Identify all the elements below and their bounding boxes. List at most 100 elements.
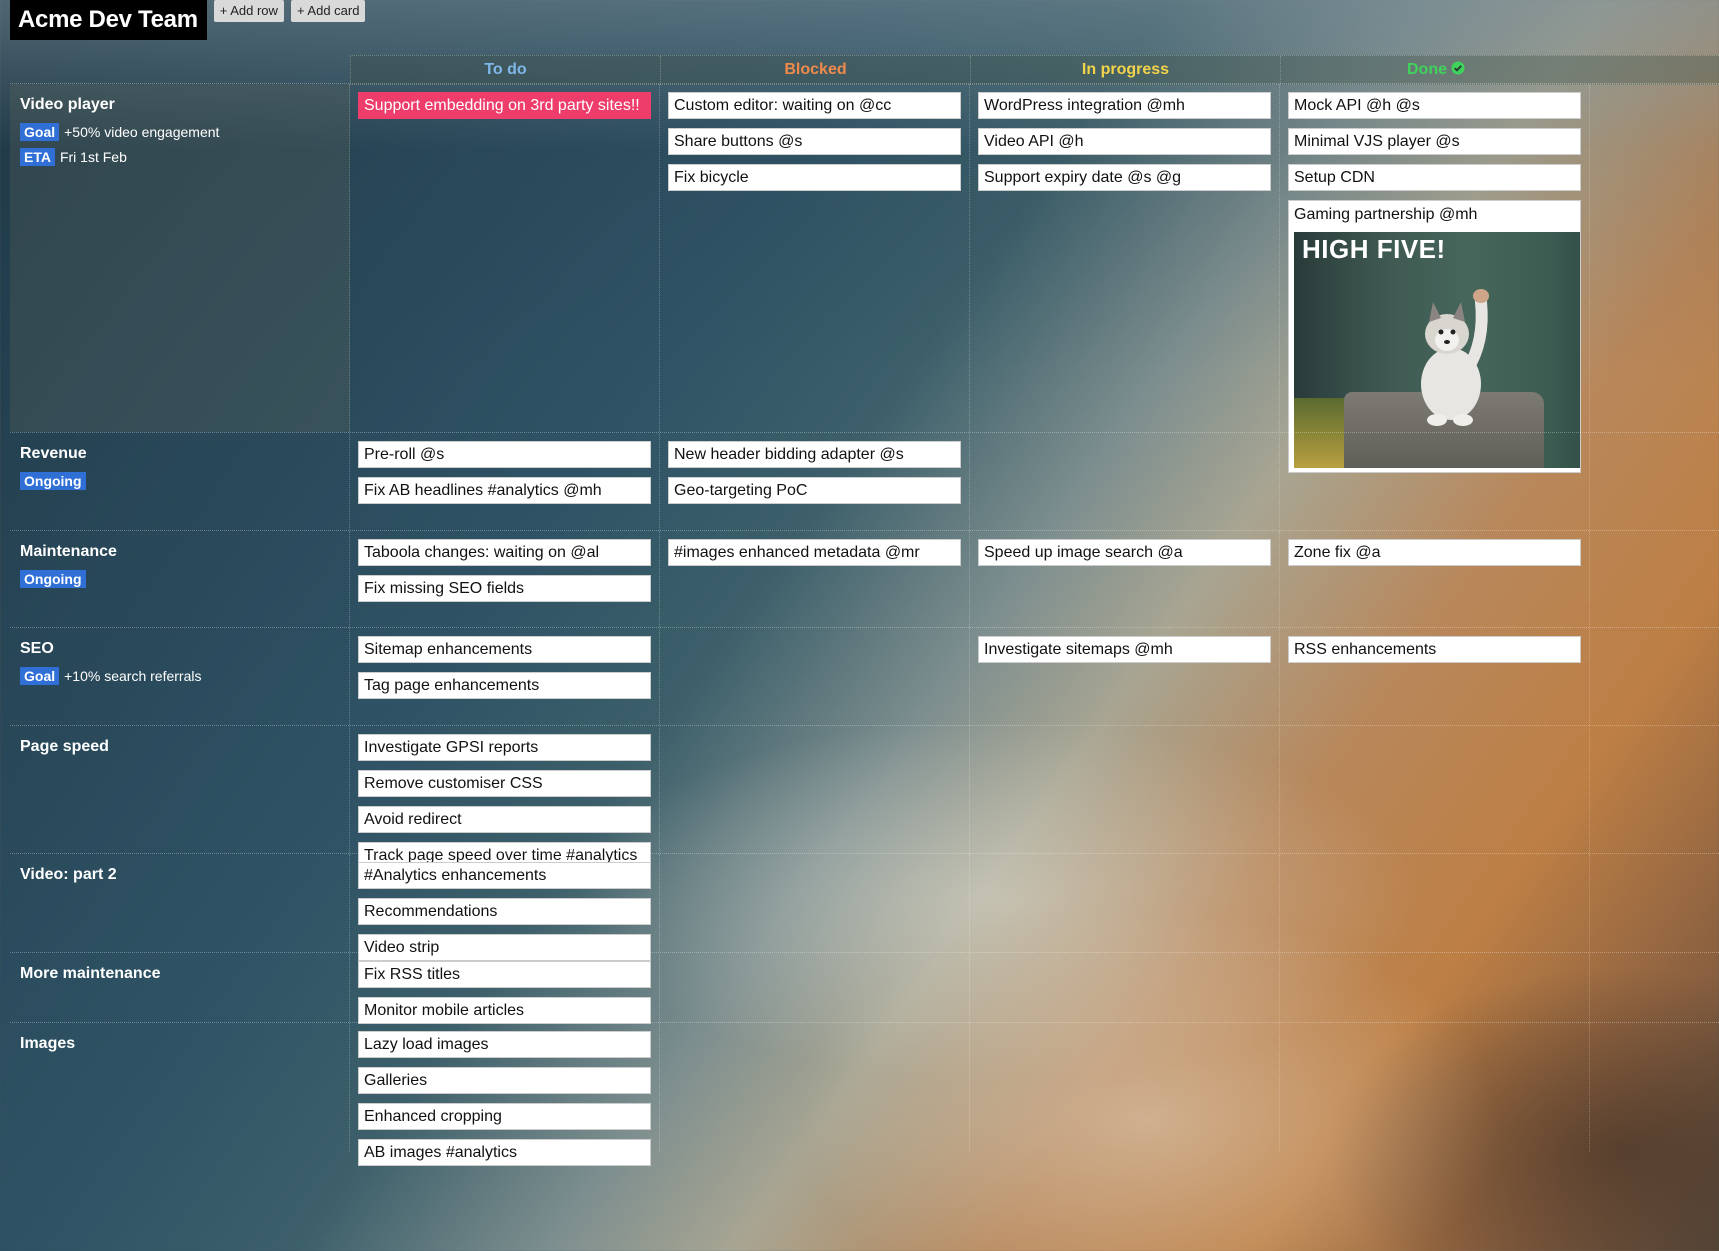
cell-to-do[interactable]: Investigate GPSI reports Remove customise… [350, 726, 660, 869]
card[interactable]: Fix AB headlines #analytics @mh [358, 477, 651, 504]
cell-in-progress[interactable] [970, 953, 1280, 1022]
card[interactable]: AB images #analytics [358, 1139, 651, 1166]
swimlane-header[interactable]: Revenue Ongoing [10, 433, 350, 530]
cell-in-progress[interactable] [970, 726, 1280, 853]
cell-in-progress[interactable] [970, 1023, 1280, 1152]
swimlane-header[interactable]: Images [10, 1023, 350, 1152]
cell-to-do[interactable]: #Analytics enhancements Recommendations Vi… [350, 854, 660, 961]
swimlane-tag-ongoing: Ongoing [20, 472, 86, 490]
card[interactable]: Zone fix @a [1288, 539, 1581, 566]
card[interactable]: Custom editor: waiting on @cc [668, 92, 961, 119]
cell-done[interactable] [1280, 953, 1590, 1022]
card[interactable]: Setup CDN [1288, 164, 1581, 191]
card[interactable]: Monitor mobile articles [358, 997, 651, 1024]
cell-to-do[interactable]: Pre-roll @s Fix AB headlines #analytics @… [350, 433, 660, 530]
cell-to-do[interactable]: Support embedding on 3rd party sites!! [350, 84, 660, 432]
column-header-in-progress: In progress [971, 56, 1281, 84]
swimlane-tag-ongoing: Ongoing [20, 570, 86, 588]
cell-in-progress[interactable]: Investigate sitemaps @mh [970, 628, 1280, 725]
card[interactable]: Speed up image search @a [978, 539, 1271, 566]
card-text: Video API @h [984, 133, 1084, 150]
cell-blocked[interactable]: New header bidding adapter @s Geo-targeti… [660, 433, 970, 530]
cell-done[interactable]: RSS enhancements [1280, 628, 1590, 725]
cell-blocked[interactable] [660, 854, 970, 952]
card[interactable]: Fix missing SEO fields [358, 575, 651, 602]
cell-done[interactable] [1280, 726, 1590, 853]
card[interactable]: #images enhanced metadata @mr [668, 539, 961, 566]
card[interactable]: Taboola changes: waiting on @al [358, 539, 651, 566]
swimlane-tag-eta: ETA [20, 148, 55, 166]
cell-blocked[interactable] [660, 953, 970, 1022]
cell-blocked[interactable] [660, 628, 970, 725]
column-header-label: Blocked [784, 61, 847, 78]
card[interactable]: Mock API @h @s [1288, 92, 1581, 119]
cell-done[interactable] [1280, 854, 1590, 952]
cell-in-progress[interactable]: WordPress integration @mh Video API @h Sup… [970, 84, 1280, 432]
swimlane-maintenance: Maintenance Ongoing Taboola changes: waiti… [10, 530, 1719, 627]
card[interactable]: Fix RSS titles [358, 961, 651, 988]
card[interactable]: WordPress integration @mh [978, 92, 1271, 119]
card[interactable]: New header bidding adapter @s [668, 441, 961, 468]
card[interactable]: Geo-targeting PoC [668, 477, 961, 504]
card-text: WordPress integration @mh [984, 97, 1185, 114]
card[interactable]: RSS enhancements [1288, 636, 1581, 663]
card[interactable]: Galleries [358, 1067, 651, 1094]
cell-blocked[interactable] [660, 1023, 970, 1152]
card[interactable]: Tag page enhancements [358, 672, 651, 699]
card[interactable]: Remove customiser CSS [358, 770, 651, 797]
card[interactable]: Share buttons @s [668, 128, 961, 155]
card[interactable]: #Analytics enhancements [358, 862, 651, 889]
cell-in-progress[interactable]: Speed up image search @a [970, 531, 1280, 627]
card[interactable]: Recommendations [358, 898, 651, 925]
card[interactable]: Fix bicycle [668, 164, 961, 191]
card[interactable]: Video API @h [978, 128, 1271, 155]
swimlane-header[interactable]: Maintenance Ongoing [10, 531, 350, 627]
card-text: Investigate GPSI reports [364, 739, 539, 756]
swimlane-meta: Goal +50% video engagement [20, 123, 339, 141]
card[interactable]: Enhanced cropping [358, 1103, 651, 1130]
cell-done[interactable] [1280, 1023, 1590, 1152]
swimlane-header[interactable]: Video player Goal +50% video engagement ETA… [10, 84, 350, 432]
swimlane-header[interactable]: Video: part 2 [10, 854, 350, 952]
cell-to-do[interactable]: Taboola changes: waiting on @al Fix missi… [350, 531, 660, 627]
cell-done[interactable]: Mock API @h @s Minimal VJS player @s Setup… [1280, 84, 1590, 473]
card-text: Share buttons @s [674, 133, 803, 150]
swimlane-video-part-2: Video: part 2 #Analytics enhancements Reco… [10, 853, 1719, 961]
swimlane-header[interactable]: SEO Goal +10% search referrals [10, 628, 350, 725]
cell-to-do[interactable]: Fix RSS titles Monitor mobile articles [350, 953, 660, 1024]
swimlane-meta: Ongoing [20, 472, 339, 490]
card-text: Pre-roll @s [364, 446, 445, 463]
card[interactable]: Support embedding on 3rd party sites!! [358, 92, 651, 119]
card[interactable]: Sitemap enhancements [358, 636, 651, 663]
swimlane-page-speed: Page speed Investigate GPSI reports Remove… [10, 725, 1719, 869]
card[interactable]: Minimal VJS player @s [1288, 128, 1581, 155]
add-card-button[interactable]: + Add card [290, 0, 366, 22]
cell-done[interactable]: Zone fix @a [1280, 531, 1590, 627]
card-text: Taboola changes: waiting on @al [364, 544, 600, 561]
swimlane-meta: Goal +10% search referrals [20, 667, 339, 685]
swimlane-title: Video: part 2 [20, 866, 117, 883]
card[interactable]: Lazy load images [358, 1031, 651, 1058]
card[interactable]: Investigate GPSI reports [358, 734, 651, 761]
cell-blocked[interactable]: #images enhanced metadata @mr [660, 531, 970, 627]
card-text: Speed up image search @a [984, 544, 1183, 561]
cell-done[interactable] [1280, 433, 1590, 530]
card[interactable]: Avoid redirect [358, 806, 651, 833]
cell-in-progress[interactable] [970, 433, 1280, 530]
cell-to-do[interactable]: Lazy load images Galleries Enhanced croppi… [350, 1023, 660, 1166]
add-row-button[interactable]: + Add row [213, 0, 284, 22]
cell-blocked[interactable]: Custom editor: waiting on @cc Share butto… [660, 84, 970, 432]
card[interactable]: Pre-roll @s [358, 441, 651, 468]
cell-in-progress[interactable] [970, 854, 1280, 952]
swimlane-title: SEO [20, 640, 54, 657]
swimlane-meta: Ongoing [20, 570, 339, 588]
top-bar: Acme Dev Team + Add row + Add card [10, 0, 366, 40]
card[interactable]: Support expiry date @s @g [978, 164, 1271, 191]
card[interactable]: Investigate sitemaps @mh [978, 636, 1271, 663]
cell-blocked[interactable] [660, 726, 970, 853]
swimlane-header[interactable]: Page speed [10, 726, 350, 853]
cell-to-do[interactable]: Sitemap enhancements Tag page enhancement… [350, 628, 660, 725]
swimlane-header[interactable]: More maintenance [10, 953, 350, 1022]
card-text: #images enhanced metadata @mr [674, 544, 920, 561]
column-header-done: Done [1281, 56, 1591, 84]
